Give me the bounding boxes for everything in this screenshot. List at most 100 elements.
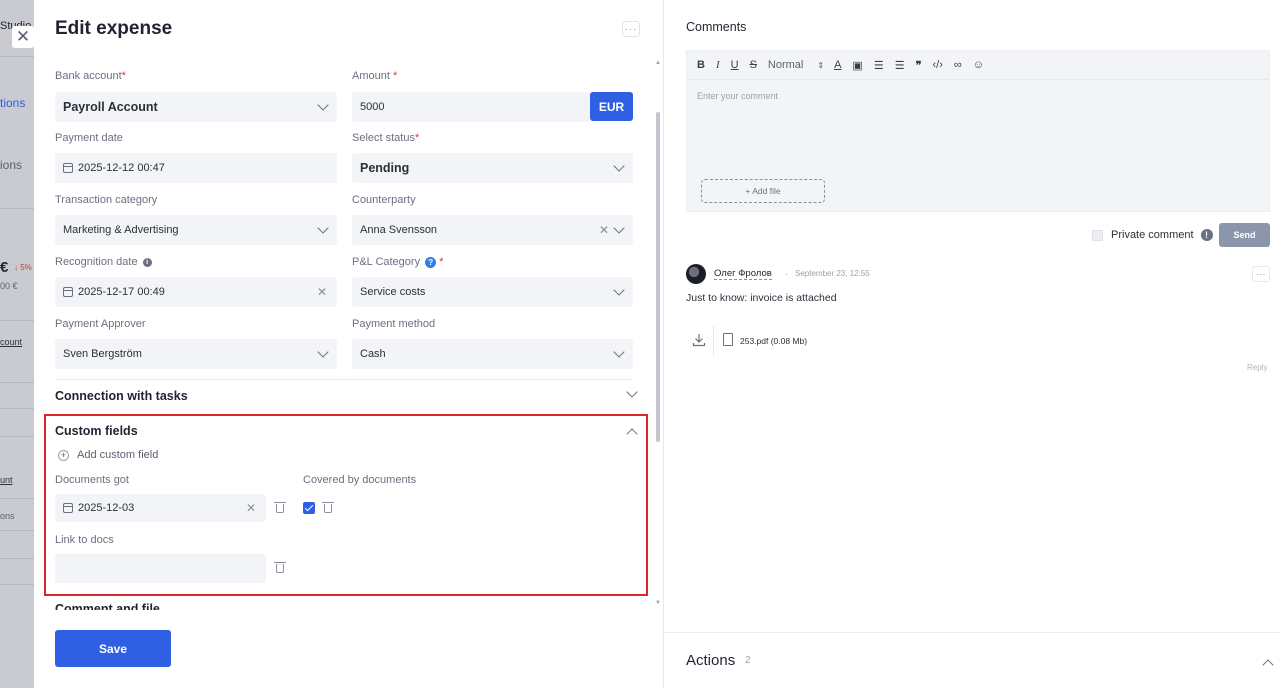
- code-icon[interactable]: ‹/›: [933, 59, 943, 71]
- pl-category-value: Service costs: [360, 286, 426, 298]
- text-style-select[interactable]: Normal: [768, 59, 803, 71]
- actions-section[interactable]: Actions 2: [664, 632, 1280, 688]
- chevron-down-icon: [317, 222, 329, 234]
- bg-link: ons: [0, 511, 15, 521]
- counterparty-select[interactable]: Anna Svensson ✕: [352, 215, 633, 245]
- calendar-icon: [63, 503, 73, 513]
- payment-date-field[interactable]: 2025-12-12 00:47: [55, 153, 337, 183]
- bg-divider: [0, 208, 34, 209]
- text-color-icon[interactable]: A: [834, 59, 841, 71]
- avatar: [686, 264, 706, 284]
- close-icon: ✕: [15, 27, 31, 46]
- attachment-divider: [713, 326, 714, 356]
- custom-fields-header[interactable]: Custom fields: [55, 424, 138, 438]
- strikethrough-button[interactable]: S: [750, 59, 757, 71]
- actions-count: 2: [745, 655, 751, 666]
- link-docs-input[interactable]: [55, 554, 266, 583]
- status-select[interactable]: Pending: [352, 153, 633, 183]
- status-label: Select status*: [352, 132, 420, 144]
- approver-label: Payment Approver: [55, 318, 146, 330]
- bg-divider: [0, 408, 34, 409]
- background-app: Studio tions ions € ↓ 5% 00 € count unt …: [0, 0, 34, 688]
- ordered-list-icon[interactable]: ☰: [874, 59, 884, 72]
- comments-title: Comments: [686, 20, 747, 34]
- background-color-icon[interactable]: ▣: [852, 59, 862, 72]
- plus-icon: +: [58, 449, 69, 461]
- counterparty-label: Counterparty: [352, 194, 416, 206]
- scroll-down-icon: ▼: [655, 600, 661, 606]
- emoji-icon[interactable]: ☺: [973, 59, 984, 71]
- select-arrows-icon[interactable]: ⇕: [817, 61, 824, 70]
- pl-category-select[interactable]: Service costs: [352, 277, 633, 307]
- bank-account-value: Payroll Account: [63, 100, 158, 114]
- bg-divider: [0, 558, 34, 559]
- clear-icon[interactable]: ✕: [246, 501, 256, 515]
- help-icon[interactable]: ?: [425, 256, 437, 268]
- underline-button[interactable]: U: [731, 59, 739, 71]
- save-button[interactable]: Save: [55, 630, 171, 667]
- bank-account-select[interactable]: Payroll Account: [55, 92, 337, 122]
- chevron-down-icon: [613, 222, 625, 234]
- page-title: Edit expense: [55, 18, 173, 39]
- approver-select[interactable]: Sven Bergström: [55, 339, 337, 369]
- bg-divider: [0, 530, 34, 531]
- reply-link[interactable]: Reply: [1247, 363, 1267, 372]
- bg-amount-sub: 00 €: [0, 281, 18, 291]
- private-comment-label: Private comment: [1111, 229, 1194, 241]
- chevron-down-icon: [317, 99, 329, 111]
- section-divider: [55, 379, 633, 380]
- attachment-name[interactable]: 253.pdf (0.08 Mb): [740, 336, 807, 346]
- comment-editor[interactable]: B I U S Normal ⇕ A ▣ ☰ ☰ ❞ ‹/› ∞ ☺ Enter…: [686, 50, 1270, 212]
- bg-divider: [0, 320, 34, 321]
- connection-tasks-header[interactable]: Connection with tasks: [55, 389, 188, 403]
- send-button[interactable]: Send: [1219, 223, 1270, 247]
- documents-got-field[interactable]: 2025-12-03 ✕: [55, 494, 266, 522]
- recognition-date-label: Recognition date i: [55, 256, 152, 268]
- recognition-date-field[interactable]: 2025-12-17 00:49 ✕: [55, 277, 337, 307]
- bg-divider: [0, 382, 34, 383]
- quote-icon[interactable]: ❞: [916, 59, 922, 72]
- close-panel-button[interactable]: ✕: [12, 26, 34, 48]
- status-value: Pending: [360, 161, 410, 175]
- chevron-down-icon: [317, 346, 329, 358]
- link-icon[interactable]: ∞: [954, 59, 962, 71]
- amount-input[interactable]: 5000: [352, 92, 590, 122]
- private-comment-checkbox[interactable]: [1092, 229, 1103, 241]
- link-docs-label: Link to docs: [55, 534, 114, 546]
- italic-button[interactable]: I: [716, 59, 720, 71]
- trash-icon[interactable]: [274, 562, 286, 573]
- private-comment-toggle[interactable]: Private comment !: [1092, 229, 1213, 241]
- comment-author[interactable]: Олег Фролов: [714, 268, 772, 280]
- comment-file-header[interactable]: Comment and file: [55, 602, 160, 610]
- amount-value: 5000: [360, 101, 385, 113]
- add-file-button[interactable]: + Add file: [701, 179, 825, 203]
- clear-icon[interactable]: ✕: [599, 223, 609, 237]
- form-scrollbar[interactable]: ▲ ▼: [655, 60, 661, 610]
- bullet-list-icon[interactable]: ☰: [895, 59, 905, 72]
- chevron-up-icon[interactable]: [1262, 659, 1274, 671]
- payment-method-select[interactable]: Cash: [352, 339, 633, 369]
- trash-icon[interactable]: [274, 502, 286, 513]
- trash-icon[interactable]: [322, 502, 334, 513]
- currency-button[interactable]: EUR: [590, 92, 633, 121]
- bold-button[interactable]: B: [697, 59, 705, 71]
- add-custom-field-button[interactable]: + Add custom field: [58, 449, 158, 461]
- documents-got-value: 2025-12-03: [78, 502, 135, 514]
- bg-nav-item: ions: [0, 158, 23, 172]
- file-icon: [723, 333, 733, 346]
- covered-label: Covered by documents: [303, 474, 417, 486]
- bg-nav-item: tions: [0, 96, 26, 110]
- actions-title: Actions: [686, 652, 736, 669]
- comment-more-button[interactable]: ···: [1252, 266, 1270, 282]
- download-icon[interactable]: [692, 333, 706, 347]
- scroll-up-icon: ▲: [655, 60, 661, 66]
- more-options-button[interactable]: ···: [622, 21, 640, 37]
- scrollbar-thumb[interactable]: [656, 112, 660, 442]
- category-select[interactable]: Marketing & Advertising: [55, 215, 337, 245]
- payment-method-label: Payment method: [352, 318, 436, 330]
- pl-category-label: P&L Category ? *: [352, 256, 444, 268]
- info-icon[interactable]: i: [142, 257, 152, 267]
- covered-checkbox[interactable]: [303, 502, 315, 514]
- comment-placeholder: Enter your comment: [697, 91, 779, 101]
- clear-icon[interactable]: ✕: [317, 285, 327, 299]
